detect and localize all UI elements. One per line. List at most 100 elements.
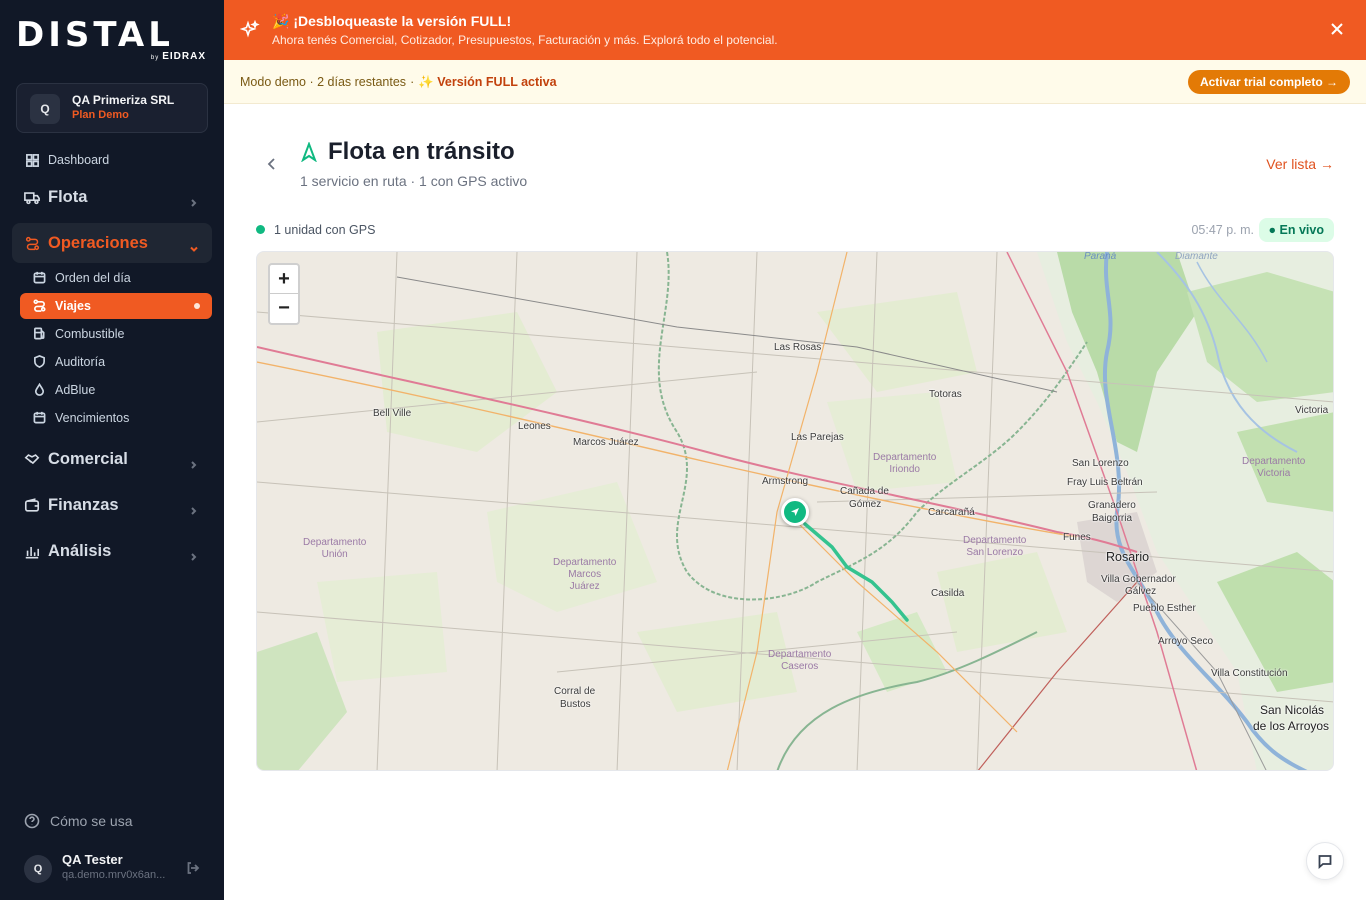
fuel-icon [33,327,47,341]
nav-auditoria[interactable]: Auditoría [20,349,212,375]
nav-combustible[interactable]: Combustible [20,321,212,347]
nav-comercial[interactable]: Comercial [12,444,212,474]
vehicle-marker[interactable] [781,498,809,526]
nav-vencimientos[interactable]: Vencimientos [20,405,212,431]
route-icon [33,299,47,313]
map-place-label: Fray Luis Beltrán [1067,477,1143,488]
upgrade-banner: 🎉 ¡Desbloqueaste la versión FULL! Ahora … [224,0,1366,60]
nav-analisis[interactable]: Análisis [12,536,212,566]
activate-trial-button[interactable]: Activar trial completo → [1187,70,1350,94]
map-department-label: Departamento Victoria [1242,456,1306,479]
live-badge: ● En vivo [1258,218,1334,242]
map-place-label: Leones [518,421,551,432]
sparkles-icon [239,19,260,40]
map-place-label: Armstrong [762,476,809,487]
zoom-in-button[interactable]: + [270,265,298,294]
map-place-label: Villa Constitución [1211,668,1288,679]
nav-flota[interactable]: Flota [12,182,212,212]
nav-operaciones[interactable]: Operaciones [12,223,212,263]
chevron-right-icon [190,193,198,207]
calendar-clock-icon [33,411,47,425]
map-place-label: Victoria [1295,405,1329,416]
brand-maker: by EIDRAX [150,51,206,62]
help-link[interactable]: Cómo se usa [24,813,132,829]
sidebar: DISTAL by EIDRAX Q QA Primeriza SRL Plan … [0,0,224,900]
nav-auditoria-label: Auditoría [55,355,106,369]
chevron-right-icon [190,455,198,469]
nav-flota-label: Flota [48,187,88,206]
zoom-out-button[interactable]: − [270,294,298,323]
map-city-label: de los Arroyos [1253,719,1330,733]
map-place-label: Villa Gobernador [1101,574,1176,585]
map-place-label: Granadero [1088,500,1136,511]
chevron-down-icon [190,239,198,252]
gps-units-label: 1 unidad con GPS [274,223,376,237]
shield-icon [33,355,47,369]
page-subtitle: 1 servicio en ruta · 1 con GPS activo [300,173,528,189]
map-place-label: Marcos Juárez [573,437,639,448]
user-name: QA Tester [62,852,123,867]
zoom-control: + − [268,263,300,325]
map-place-label: Corral de [554,686,596,697]
map-department-label: Departamento Marcos Juárez [553,557,617,592]
map-department-label: Departamento Unión [303,537,367,560]
nav-vencimientos-label: Vencimientos [55,411,130,425]
map-department-label: Departamento Iriondo [873,452,937,475]
banner-title: 🎉 ¡Desbloqueaste la versión FULL! [272,13,512,29]
map-place-label: Bustos [560,699,591,710]
ver-lista-link[interactable]: Ver lista → [1266,156,1334,172]
nav-finanzas[interactable]: Finanzas [12,490,212,520]
map-place-label: Arroyo Seco [1158,636,1214,647]
map-city-label: Rosario [1106,550,1150,564]
page-title: Flota en tránsito [328,138,515,165]
fleet-map[interactable]: + − Paraná Diamante Las Rosas Totoras Be… [256,251,1334,771]
nav-combustible-label: Combustible [55,327,125,341]
map-place-label: Carcarañá [928,507,975,518]
org-switcher[interactable]: Q QA Primeriza SRL Plan Demo [16,83,208,133]
help-circle-icon [24,813,40,829]
brand-logo[interactable]: DISTAL by EIDRAX [16,18,208,62]
map-place-label: San Lorenzo [1072,458,1129,469]
user-profile[interactable]: Q QA Tester qa.demo.mrv0x6an... [24,852,208,886]
avatar: Q [24,855,52,883]
logout-icon[interactable] [186,861,200,875]
nav-dashboard[interactable]: Dashboard [12,148,212,172]
demo-separator: · [410,75,415,89]
nav-adblue[interactable]: AdBlue [20,377,212,403]
status-dot [256,225,265,234]
message-square-icon [1318,855,1332,869]
map-place-label: Pueblo Esther [1133,603,1196,614]
truck-icon [24,189,40,205]
map-place-label: Las Parejas [791,432,844,443]
navigation-arrow-icon [300,141,320,163]
map-place-label: Baigorria [1092,513,1133,524]
map-department-label: Departamento Caseros [768,649,832,672]
map-department-label: Departamento San Lorenzo [963,535,1027,558]
org-avatar: Q [30,94,60,124]
handshake-icon [24,451,40,467]
route-icon [24,235,40,251]
user-email: qa.demo.mrv0x6an... [62,869,166,881]
grid-icon [24,152,40,168]
map-place-label: Gálvez [1125,586,1157,597]
org-name: QA Primeriza SRL [72,93,175,107]
nav-finanzas-label: Finanzas [48,495,119,514]
map-city-label: San Nicolás [1260,703,1325,717]
active-dot [194,303,200,309]
nav-analisis-label: Análisis [48,541,112,560]
calendar-icon [33,271,47,285]
navigation-arrow-icon [791,508,799,516]
org-plan: Plan Demo [72,109,129,121]
nav-orden-del-dia[interactable]: Orden del día [20,265,212,291]
map-river-label: Paraná [1084,251,1117,262]
nav-viajes[interactable]: Viajes [20,293,212,319]
map-place-label: Totoras [929,389,962,400]
back-chevron-icon[interactable] [264,156,280,172]
main-content: Flota en tránsito 1 servicio en ruta · 1… [224,104,1366,900]
chat-button[interactable] [1306,842,1344,880]
demo-status: Modo demo · 2 días restantes · ✨ Versión F… [240,75,557,90]
close-icon[interactable] [1330,22,1344,36]
map-place-label: Las Rosas [774,342,822,353]
wallet-icon [24,497,40,513]
demo-mode: Modo demo · 2 días restantes [240,75,407,89]
